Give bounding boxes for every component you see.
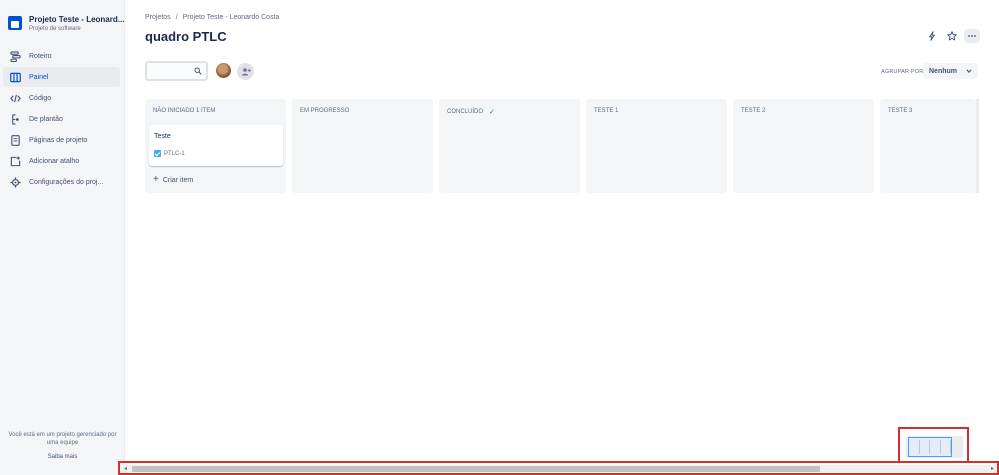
breadcrumb-separator: / [175, 14, 178, 21]
sidebar-item-codigo[interactable]: Código [3, 88, 120, 108]
project-avatar-icon [8, 16, 22, 30]
more-button[interactable] [964, 29, 980, 43]
board-column: EM PROGRESSO [292, 99, 433, 193]
card-key: PTLC-1 [154, 150, 185, 157]
sidebar-item-label: Adicionar atalho [29, 157, 80, 165]
sidebar: Projeto Teste - Leonard... Projeto de so… [0, 0, 125, 475]
task-checkbox-icon [154, 150, 161, 157]
sidebar-item-adicionar-atalho[interactable]: Adicionar atalho [3, 151, 120, 171]
sidebar-footer-text: Você está em um projeto gerenciado por u… [8, 432, 117, 446]
lightning-button[interactable] [924, 29, 940, 43]
lightning-icon [929, 31, 935, 41]
create-item-button[interactable]: + Criar item [153, 174, 194, 185]
column-header: TESTE 2 [741, 108, 765, 114]
breadcrumb-projects[interactable]: Projetos [145, 14, 171, 21]
search-box[interactable] [145, 61, 208, 81]
gear-icon [5, 176, 25, 188]
minimap-viewport[interactable] [908, 437, 952, 457]
board-column: NÃO INICIADO 1 ITEM Teste PTLC-1 + Criar … [145, 99, 286, 193]
sidebar-item-label: De plantão [29, 115, 63, 123]
column-title: TESTE 3 [888, 108, 913, 114]
horizontal-scrollbar[interactable]: ◂ ▸ [122, 465, 996, 473]
done-check-icon: ✓ [489, 109, 495, 116]
board-column: TESTE 1 [586, 99, 727, 193]
learn-more-link[interactable]: Saiba mais [0, 454, 125, 460]
column-header: TESTE 1 [594, 108, 618, 114]
column-header: EM PROGRESSO [300, 108, 349, 114]
breadcrumb: Projetos / Projeto Teste - Leonardo Costa [145, 14, 279, 21]
column-header: NÃO INICIADO 1 ITEM [153, 108, 215, 114]
page-title: quadro PTLC [145, 29, 227, 44]
code-icon [5, 93, 25, 104]
column-title: TESTE 2 [741, 108, 766, 114]
breadcrumb-project[interactable]: Projeto Teste - Leonardo Costa [183, 14, 280, 21]
sidebar-item-label: Roteiro [29, 52, 52, 60]
user-avatar[interactable] [215, 62, 232, 79]
star-button[interactable] [944, 29, 960, 43]
project-name: Projeto Teste - Leonard... [29, 15, 124, 24]
column-header: TESTE 3 [888, 108, 912, 114]
scrollbar-thumb[interactable] [132, 466, 820, 472]
project-header[interactable]: Projeto Teste - Leonard... Projeto de so… [8, 14, 124, 38]
roadmap-icon [5, 50, 25, 62]
project-type: Projeto de software [29, 26, 81, 32]
sidebar-item-label: Páginas de projeto [29, 136, 88, 144]
add-people-button[interactable] [237, 63, 254, 80]
column-title: EM PROGRESSO [300, 108, 350, 114]
sidebar-item-painel[interactable]: Painel [3, 67, 120, 87]
sidebar-item-configuracoes[interactable]: Configurações do proj... [3, 172, 120, 192]
chevron-down-icon [966, 69, 972, 74]
group-by-select[interactable]: Nenhum [923, 63, 978, 79]
column-title: TESTE 1 [594, 108, 619, 114]
issue-card[interactable]: Teste PTLC-1 [149, 125, 283, 166]
column-title: NÃO INICIADO 1 ITEM [153, 108, 216, 114]
group-by-value: Nenhum [929, 67, 957, 75]
board-scroll-edge [976, 99, 979, 193]
scroll-right-arrow-icon[interactable]: ▸ [991, 465, 994, 473]
on-call-icon [5, 113, 25, 125]
pages-icon [5, 134, 25, 146]
sidebar-nav: Roteiro Painel Código De plantão Páginas… [3, 46, 120, 193]
header-actions [924, 29, 980, 43]
sidebar-item-label: Código [29, 94, 52, 102]
board-column: TESTE 2 [733, 99, 874, 193]
column-title: CONCLUÍDO [447, 109, 484, 115]
card-title: Teste [154, 133, 171, 140]
add-shortcut-icon [5, 155, 25, 167]
sidebar-item-label: Painel [29, 73, 49, 81]
sidebar-item-de-plantao[interactable]: De plantão [3, 109, 120, 129]
issue-key: PTLC-1 [164, 150, 185, 157]
scroll-left-arrow-icon[interactable]: ◂ [124, 465, 127, 473]
sidebar-item-roteiro[interactable]: Roteiro [3, 46, 120, 66]
board-column: CONCLUÍDO ✓ [439, 99, 580, 193]
board-minimap[interactable] [906, 436, 963, 458]
sidebar-item-label: Configurações do proj... [29, 178, 104, 186]
add-person-icon [241, 67, 251, 75]
create-item-label: Criar item [162, 176, 194, 184]
search-input[interactable] [151, 65, 191, 77]
sidebar-item-paginas[interactable]: Páginas de projeto [3, 130, 120, 150]
board-icon [5, 72, 25, 83]
plus-icon: + [153, 174, 159, 185]
more-icon [968, 35, 976, 37]
search-icon [194, 67, 202, 75]
board-column: TESTE 3 [880, 99, 976, 193]
column-header: CONCLUÍDO ✓ [447, 108, 495, 116]
group-by-label: AGRUPAR POR [881, 69, 924, 75]
star-icon [947, 31, 957, 41]
